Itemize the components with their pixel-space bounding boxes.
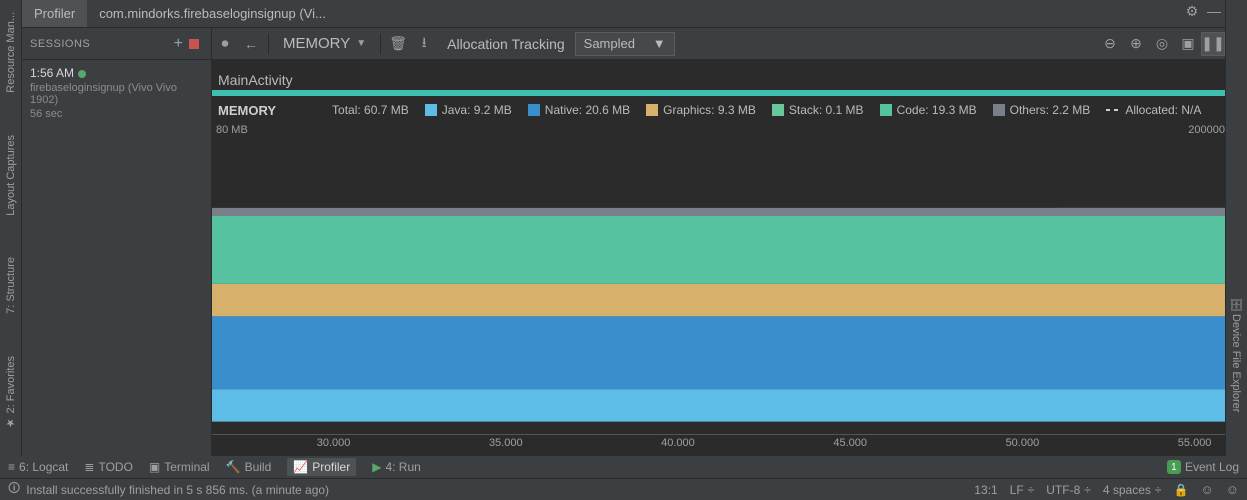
allocation-mode-value: Sampled — [584, 36, 635, 51]
xaxis-tick: 35.000 — [489, 437, 523, 449]
activity-label: MainActivity — [212, 72, 293, 90]
sidebar-layout-captures[interactable]: Layout Captures — [5, 129, 17, 222]
session-time: 1:56 AM — [30, 66, 74, 80]
profiler-tab-bar: Profiler com.mindorks.firebaseloginsignu… — [22, 0, 1225, 28]
right-tool-strip: Device File Explorer — [1225, 0, 1247, 478]
legend-graphics: Graphics: 9.3 MB — [646, 103, 756, 117]
status-encoding[interactable]: UTF-8 ÷ — [1046, 483, 1091, 497]
memory-chart-panel: MainActivity MEMORY Total: 60.7 MB Java:… — [212, 60, 1225, 456]
status-line-ending[interactable]: LF ÷ — [1010, 483, 1035, 497]
left-tool-strip: Resource Man... Layout Captures 7: Struc… — [0, 0, 22, 478]
profiler-view-label: MEMORY — [283, 35, 350, 52]
status-caret-pos[interactable]: 13:1 — [974, 483, 997, 497]
sidebar-favorites[interactable]: 2: Favorites — [4, 350, 17, 436]
tool-build[interactable]: 🔨 Build — [226, 460, 272, 474]
zoom-in-icon[interactable]: ⊕ — [1123, 31, 1149, 57]
chevron-down-icon: ▼ — [653, 36, 666, 51]
session-duration: 56 sec — [30, 108, 203, 120]
pause-button[interactable]: ❚❚ — [1201, 32, 1225, 56]
memory-chart[interactable]: 80 MB 200000 — [212, 124, 1225, 456]
legend-native: Native: 20.6 MB — [528, 103, 630, 117]
bottom-tool-bar: ≡ 6: Logcat ≣ TODO ▣ Terminal 🔨 Build 📈 … — [0, 456, 1247, 478]
memory-legend-title: MEMORY — [218, 103, 276, 118]
tab-profiler[interactable]: Profiler — [22, 0, 87, 27]
status-message: 🛈 Install successfully finished in 5 s 8… — [8, 479, 329, 500]
legend-allocated: Allocated: N/A — [1106, 103, 1201, 117]
xaxis-tick: 45.000 — [833, 437, 867, 449]
zoom-reset-icon[interactable]: ◎ — [1149, 31, 1175, 57]
xaxis: 30.000 35.000 40.000 45.000 50.000 55.00… — [212, 434, 1225, 456]
session-device: firebaseloginsignup (Vivo Vivo 1902) — [30, 82, 203, 106]
status-inspections-icon[interactable]: ☺ — [1200, 482, 1213, 497]
status-indent[interactable]: 4 spaces ÷ — [1103, 483, 1162, 497]
delete-icon[interactable]: 🗑 — [385, 31, 411, 57]
zoom-out-icon[interactable]: ⊖ — [1097, 31, 1123, 57]
legend-stack: Stack: 0.1 MB — [772, 103, 864, 117]
export-icon[interactable]: ⭳ — [411, 31, 437, 57]
tool-run[interactable]: ▶ 4: Run — [372, 460, 421, 474]
sessions-label: SESSIONS — [30, 38, 174, 50]
session-live-dot — [78, 70, 86, 78]
allocation-mode-combo[interactable]: Sampled ▼ — [575, 32, 675, 56]
live-toggle-icon[interactable]: ▣ — [1175, 31, 1201, 57]
xaxis-tick: 40.000 — [661, 437, 695, 449]
sidebar-resource-manager[interactable]: Resource Man... — [5, 6, 17, 99]
allocation-tracking-label: Allocation Tracking — [437, 36, 575, 52]
tab-app-process[interactable]: com.mindorks.firebaseloginsignup (Vi... — [87, 0, 338, 27]
gear-icon[interactable]: ⚙ — [1181, 0, 1203, 22]
legend-total: Total: 60.7 MB — [332, 103, 409, 117]
legend-code: Code: 19.3 MB — [880, 103, 977, 117]
xaxis-tick: 50.000 — [1006, 437, 1040, 449]
legend-others: Others: 2.2 MB — [993, 103, 1091, 117]
tool-profiler[interactable]: 📈 Profiler — [287, 458, 356, 476]
chevron-down-icon: ▼ — [356, 38, 366, 49]
xaxis-tick: 30.000 — [317, 437, 351, 449]
profiler-view-combo[interactable]: MEMORY ▼ — [273, 35, 376, 52]
xaxis-tick: 55.000 — [1178, 437, 1212, 449]
sessions-header: SESSIONS + — [22, 28, 212, 60]
memory-chart-svg — [212, 138, 1225, 422]
yaxis-max-label: 80 MB — [216, 124, 248, 136]
tool-logcat[interactable]: ≡ 6: Logcat — [8, 460, 68, 474]
legend-java: Java: 9.2 MB — [425, 103, 512, 117]
stop-session-button[interactable] — [189, 39, 199, 49]
status-bar: 🛈 Install successfully finished in 5 s 8… — [0, 478, 1247, 500]
tool-terminal[interactable]: ▣ Terminal — [149, 460, 210, 474]
profiler-toolbar: SESSIONS + ⏺ ← MEMORY ▼ 🗑 ⭳ Allocation T… — [22, 28, 1225, 60]
status-lock-icon[interactable]: 🔒 — [1173, 483, 1188, 497]
add-session-button[interactable]: + — [174, 35, 183, 53]
secondary-yaxis-max-label: 200000 — [1188, 124, 1225, 136]
sessions-panel: 1:56 AM firebaseloginsignup (Vivo Vivo 1… — [22, 60, 212, 456]
back-button[interactable]: ← — [238, 31, 264, 57]
event-log-badge: 1 — [1167, 460, 1181, 474]
tool-todo[interactable]: ≣ TODO — [84, 460, 133, 474]
sidebar-structure[interactable]: 7: Structure — [5, 251, 17, 320]
memory-legend: MEMORY Total: 60.7 MB Java: 9.2 MB Nativ… — [212, 96, 1225, 124]
profiler-main: SESSIONS + ⏺ ← MEMORY ▼ 🗑 ⭳ Allocation T… — [22, 28, 1225, 456]
activity-timeline: MainActivity — [212, 60, 1225, 90]
record-toggle-button[interactable]: ⏺ — [212, 31, 238, 57]
session-item[interactable]: 1:56 AM firebaseloginsignup (Vivo Vivo 1… — [22, 60, 211, 126]
sidebar-device-file-explorer[interactable]: Device File Explorer — [1230, 291, 1243, 418]
tool-event-log[interactable]: 1 Event Log — [1167, 460, 1239, 474]
minimize-icon[interactable]: — — [1203, 0, 1225, 22]
status-memory-indicator[interactable]: ☺ — [1226, 482, 1239, 497]
